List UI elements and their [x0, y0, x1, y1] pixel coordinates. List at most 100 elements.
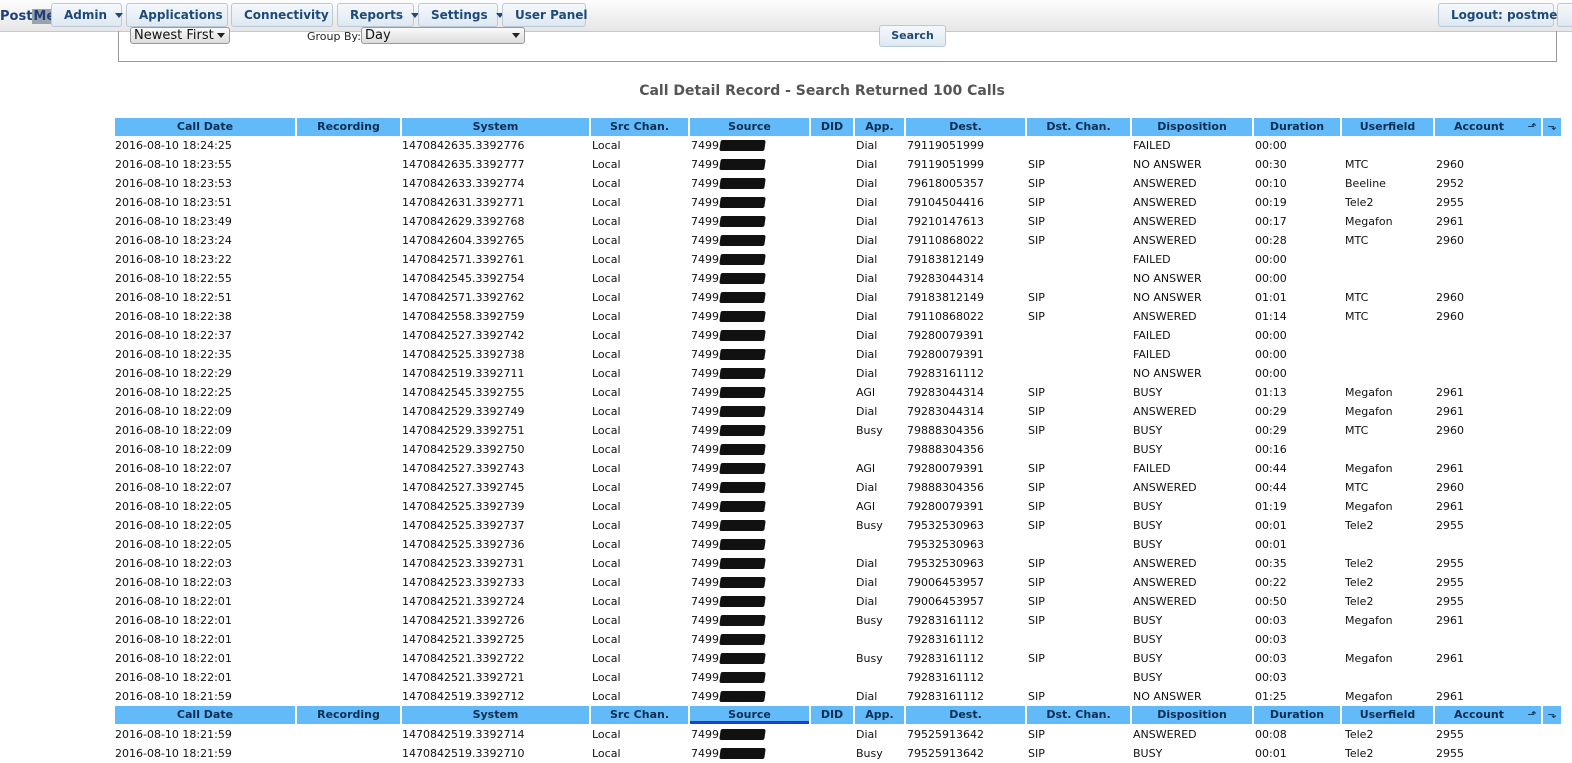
- logout-button[interactable]: Logout: postmet: [1438, 3, 1563, 27]
- table-row[interactable]: 2016-08-10 18:23:53 1470842633.3392774 Loc…: [0, 174, 1572, 193]
- column-header-did[interactable]: DID: [811, 706, 853, 724]
- column-header-call-date[interactable]: Call Date: [115, 118, 295, 136]
- cell-dst-chan: SIP: [1028, 196, 1045, 209]
- nav-user-panel[interactable]: User Panel: [502, 3, 588, 27]
- table-row[interactable]: 2016-08-10 18:22:09 1470842529.3392751 Loc…: [0, 421, 1572, 440]
- cell-system: 1470842521.3392725: [402, 633, 525, 646]
- cell-duration: 00:01: [1255, 538, 1287, 551]
- column-header-source[interactable]: Source: [690, 706, 809, 724]
- cell-app: Busy: [856, 614, 883, 627]
- column-header-disposition[interactable]: Disposition: [1132, 706, 1252, 724]
- table-row[interactable]: 2016-08-10 18:22:05 1470842525.3392737 Loc…: [0, 516, 1572, 535]
- cell-source: 7499: [691, 307, 766, 326]
- sort-down-icon[interactable]: ⬎: [1543, 118, 1561, 136]
- column-header-account[interactable]: Account: [1435, 706, 1523, 724]
- cell-dst-chan: SIP: [1028, 291, 1045, 304]
- table-row[interactable]: 2016-08-10 18:22:01 1470842521.3392725 Loc…: [0, 630, 1572, 649]
- group-by-select[interactable]: Day: [361, 27, 525, 44]
- cell-system: 1470842525.3392736: [402, 538, 525, 551]
- column-header-dest[interactable]: Dest.: [906, 706, 1025, 724]
- table-row[interactable]: 2016-08-10 18:22:05 1470842525.3392736 Loc…: [0, 535, 1572, 554]
- table-row[interactable]: 2016-08-10 18:22:51 1470842571.3392762 Loc…: [0, 288, 1572, 307]
- table-row[interactable]: 2016-08-10 18:23:24 1470842604.3392765 Loc…: [0, 231, 1572, 250]
- table-row[interactable]: 2016-08-10 18:22:38 1470842558.3392759 Loc…: [0, 307, 1572, 326]
- nav-reports[interactable]: Reports: [337, 3, 420, 27]
- column-header-src-chan[interactable]: Src Chan.: [591, 706, 688, 724]
- column-header-did[interactable]: DID: [811, 118, 853, 136]
- redacted-number: [719, 253, 766, 265]
- chevron-down-icon: [115, 13, 124, 18]
- search-button[interactable]: Search: [879, 25, 946, 47]
- column-header-app[interactable]: App.: [855, 706, 904, 724]
- cell-disposition: BUSY: [1133, 424, 1163, 437]
- table-row[interactable]: 2016-08-10 18:21:59 1470842519.3392712 Loc…: [0, 687, 1572, 706]
- nav-settings[interactable]: Settings: [418, 3, 504, 27]
- column-header-userfield[interactable]: Userfield: [1342, 118, 1433, 136]
- table-row[interactable]: 2016-08-10 18:23:22 1470842571.3392761 Loc…: [0, 250, 1572, 269]
- cell-src-chan: Local: [592, 519, 621, 532]
- cell-source: 7499: [691, 231, 766, 250]
- cell-app: AGI: [856, 500, 876, 513]
- redacted-number: [719, 500, 766, 512]
- column-header-source[interactable]: Source: [690, 118, 809, 136]
- table-row[interactable]: 2016-08-10 18:21:59 1470842519.3392710 Loc…: [0, 744, 1572, 763]
- cell-system: 1470842521.3392726: [402, 614, 525, 627]
- table-row[interactable]: 2016-08-10 18:22:03 1470842523.3392733 Loc…: [0, 573, 1572, 592]
- table-row[interactable]: 2016-08-10 18:22:03 1470842523.3392731 Loc…: [0, 554, 1572, 573]
- table-row[interactable]: 2016-08-10 18:22:37 1470842527.3392742 Loc…: [0, 326, 1572, 345]
- table-row[interactable]: 2016-08-10 18:22:01 1470842521.3392722 Loc…: [0, 649, 1572, 668]
- table-row[interactable]: 2016-08-10 18:24:25 1470842635.3392776 Loc…: [0, 136, 1572, 155]
- nav-applications-label: Applications: [139, 8, 223, 22]
- column-header-recording[interactable]: Recording: [297, 118, 400, 136]
- column-header-call-date[interactable]: Call Date: [115, 706, 295, 724]
- table-row[interactable]: 2016-08-10 18:22:01 1470842521.3392721 Loc…: [0, 668, 1572, 687]
- order-select[interactable]: Newest First: [130, 27, 230, 44]
- table-row[interactable]: 2016-08-10 18:22:29 1470842519.3392711 Loc…: [0, 364, 1572, 383]
- table-row[interactable]: 2016-08-10 18:22:01 1470842521.3392726 Loc…: [0, 611, 1572, 630]
- table-row[interactable]: 2016-08-10 18:22:25 1470842545.3392755 Loc…: [0, 383, 1572, 402]
- table-row[interactable]: 2016-08-10 18:22:09 1470842529.3392749 Loc…: [0, 402, 1572, 421]
- column-header-system[interactable]: System: [402, 706, 589, 724]
- nav-connectivity[interactable]: Connectivity: [231, 3, 345, 27]
- cell-duration: 00:08: [1255, 728, 1287, 741]
- column-header-system[interactable]: System: [402, 118, 589, 136]
- table-row[interactable]: 2016-08-10 18:22:07 1470842527.3392743 Loc…: [0, 459, 1572, 478]
- column-header-duration[interactable]: Duration: [1254, 118, 1340, 136]
- sort-up-icon[interactable]: ⬏: [1523, 118, 1541, 136]
- cell-dest: 79110868022: [907, 310, 984, 323]
- column-header-userfield[interactable]: Userfield: [1342, 706, 1433, 724]
- table-row[interactable]: 2016-08-10 18:22:01 1470842521.3392724 Loc…: [0, 592, 1572, 611]
- column-header-dst-chan[interactable]: Dst. Chan.: [1027, 118, 1130, 136]
- nav-applications[interactable]: Applications: [126, 3, 239, 27]
- table-row[interactable]: 2016-08-10 18:23:55 1470842635.3392777 Loc…: [0, 155, 1572, 174]
- cell-dest: 79280079391: [907, 500, 984, 513]
- cell-call-date: 2016-08-10 18:23:51: [115, 196, 232, 209]
- sort-up-icon[interactable]: ⬏: [1523, 706, 1541, 724]
- cell-duration: 00:00: [1255, 329, 1287, 342]
- table-row[interactable]: 2016-08-10 18:23:49 1470842629.3392768 Loc…: [0, 212, 1572, 231]
- cell-userfield: Tele2: [1345, 557, 1374, 570]
- cell-app: AGI: [856, 462, 876, 475]
- table-row[interactable]: 2016-08-10 18:22:07 1470842527.3392745 Loc…: [0, 478, 1572, 497]
- column-header-dest[interactable]: Dest.: [906, 118, 1025, 136]
- table-row[interactable]: 2016-08-10 18:23:51 1470842631.3392771 Loc…: [0, 193, 1572, 212]
- column-header-recording[interactable]: Recording: [297, 706, 400, 724]
- table-row[interactable]: 2016-08-10 18:22:35 1470842525.3392738 Loc…: [0, 345, 1572, 364]
- redacted-number: [719, 310, 766, 322]
- column-header-dst-chan[interactable]: Dst. Chan.: [1027, 706, 1130, 724]
- table-row[interactable]: 2016-08-10 18:22:09 1470842529.3392750 Loc…: [0, 440, 1572, 459]
- column-header-duration[interactable]: Duration: [1254, 706, 1340, 724]
- table-row[interactable]: 2016-08-10 18:22:05 1470842525.3392739 Loc…: [0, 497, 1572, 516]
- cell-dest: 79110868022: [907, 234, 984, 247]
- table-row[interactable]: 2016-08-10 18:21:59 1470842519.3392714 Loc…: [0, 725, 1572, 744]
- cell-dst-chan: SIP: [1028, 500, 1045, 513]
- column-header-src-chan[interactable]: Src Chan.: [591, 118, 688, 136]
- column-header-account[interactable]: Account: [1435, 118, 1523, 136]
- table-row[interactable]: 2016-08-10 18:22:55 1470842545.3392754 Loc…: [0, 269, 1572, 288]
- sort-down-icon[interactable]: ⬎: [1543, 706, 1561, 724]
- nav-overflow-button[interactable]: [1557, 3, 1572, 27]
- nav-admin[interactable]: Admin: [51, 3, 124, 27]
- column-header-app[interactable]: App.: [855, 118, 904, 136]
- cell-source: 7499: [691, 687, 766, 706]
- column-header-disposition[interactable]: Disposition: [1132, 118, 1252, 136]
